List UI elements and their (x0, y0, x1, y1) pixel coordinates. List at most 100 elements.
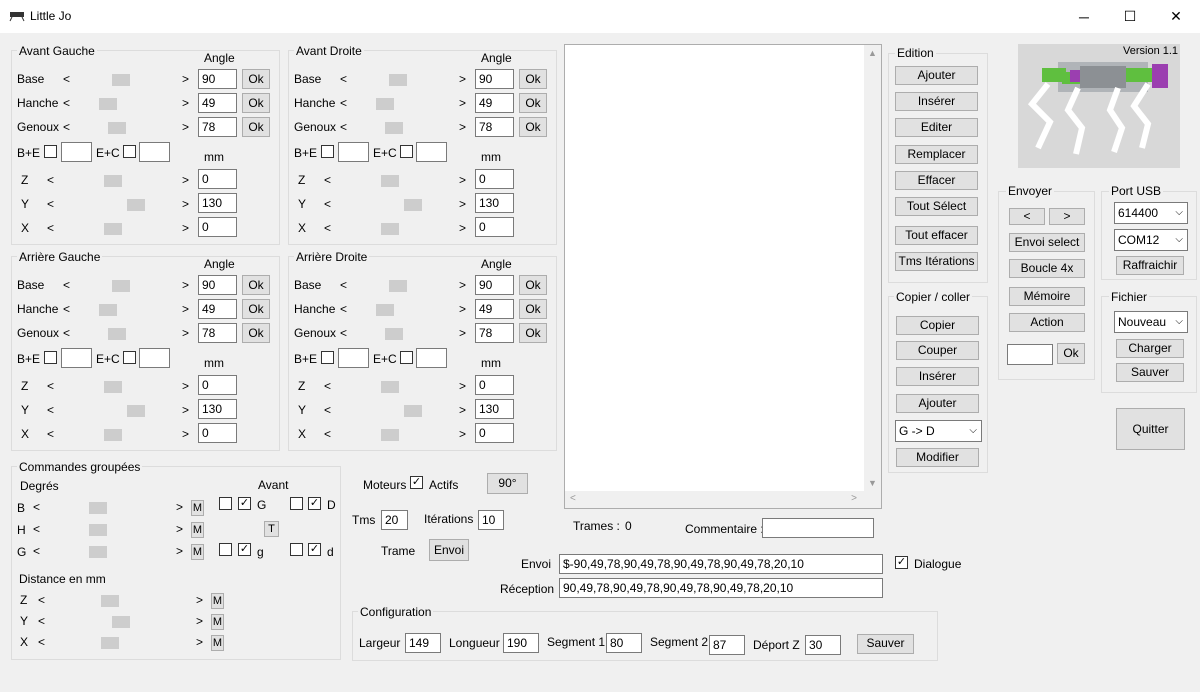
avant-droite-base-slider-right-arrow-icon[interactable]: > (459, 72, 466, 86)
arriere-gauche-y-axis-slider-right-arrow-icon[interactable]: > (182, 403, 189, 417)
arriere-droite-x-axis-slider[interactable]: < > (324, 426, 466, 444)
arriere-droite-z-axis-slider-thumb[interactable] (381, 381, 399, 393)
avant-gauche-hanche-input[interactable]: 49 (198, 93, 237, 113)
segment2-input[interactable]: 87 (709, 635, 745, 655)
avant-droite-z-axis-slider-thumb[interactable] (381, 175, 399, 187)
avant-gauche-be-input[interactable] (61, 142, 92, 162)
avant-gauche-genoux-ok-button[interactable]: Ok (242, 117, 270, 137)
avant-gauche-x-axis-input[interactable]: 0 (198, 217, 237, 237)
avant-gauche-x-axis-slider-thumb[interactable] (104, 223, 122, 235)
avant-droite-genoux-slider-left-arrow-icon[interactable]: < (340, 120, 347, 134)
avant-droite-ec-checkbox[interactable] (400, 145, 413, 158)
arriere-gauche-base-slider-left-arrow-icon[interactable]: < (63, 278, 70, 292)
arriere-gauche-z-axis-slider[interactable]: < > (47, 378, 189, 396)
distance-x-slider-right-arrow-icon[interactable]: > (196, 635, 203, 649)
edition-button-2[interactable]: Insérer (895, 92, 978, 111)
arriere-gauche-be-checkbox[interactable] (44, 351, 57, 364)
edition-button-5[interactable]: Effacer (895, 171, 978, 190)
trame-send-button[interactable]: Envoi (429, 539, 469, 561)
avant-droite-genoux-slider-right-arrow-icon[interactable]: > (459, 120, 466, 134)
arriere-gauche-y-axis-slider-left-arrow-icon[interactable]: < (47, 403, 54, 417)
dialogue-checkbox[interactable]: ✓ (895, 556, 908, 569)
front-d-checkbox-b[interactable]: ✓ (308, 497, 321, 510)
tms-input[interactable]: 20 (381, 510, 408, 530)
arriere-droite-hanche-slider-right-arrow-icon[interactable]: > (459, 302, 466, 316)
arriere-droite-hanche-input[interactable]: 49 (475, 299, 514, 319)
arriere-gauche-hanche-slider-left-arrow-icon[interactable]: < (63, 302, 70, 316)
grouped-g-slider-right-arrow-icon[interactable]: > (176, 544, 183, 558)
grouped-h-slider-left-arrow-icon[interactable]: < (33, 522, 40, 536)
avant-gauche-y-axis-input[interactable]: 130 (198, 193, 237, 213)
arriere-gauche-genoux-slider[interactable]: < > (63, 325, 189, 343)
arriere-gauche-hanche-slider-right-arrow-icon[interactable]: > (182, 302, 189, 316)
refresh-button[interactable]: Raffraichir (1116, 256, 1184, 275)
motors-active-checkbox[interactable]: ✓ (410, 476, 423, 489)
load-button[interactable]: Charger (1116, 339, 1184, 358)
avant-droite-y-axis-input[interactable]: 130 (475, 193, 514, 213)
avant-gauche-genoux-slider-left-arrow-icon[interactable]: < (63, 120, 70, 134)
grouped-g-slider[interactable]: < > (33, 543, 183, 561)
copy-direction-combo[interactable]: G -> D ⌵ (895, 420, 982, 442)
scroll-down-icon[interactable]: ▼ (868, 478, 877, 488)
grouped-b-m-button[interactable]: M (191, 500, 204, 516)
arriere-droite-y-axis-slider-thumb[interactable] (404, 405, 422, 417)
envoi-input[interactable]: $-90,49,78,90,49,78,90,49,78,90,49,78,20… (559, 554, 883, 574)
grouped-g-m-button[interactable]: M (191, 544, 204, 560)
rear-g-checkbox-b[interactable]: ✓ (238, 543, 251, 556)
arriere-gauche-y-axis-input[interactable]: 130 (198, 399, 237, 419)
avant-droite-hanche-slider-thumb[interactable] (376, 98, 394, 110)
avant-gauche-genoux-slider-thumb[interactable] (108, 122, 126, 134)
iterations-input[interactable]: 10 (478, 510, 504, 530)
segment1-input[interactable]: 80 (606, 633, 642, 653)
distance-z-m-button[interactable]: M (211, 593, 224, 609)
grouped-g-slider-left-arrow-icon[interactable]: < (33, 544, 40, 558)
send-ok-button[interactable]: Ok (1057, 343, 1085, 364)
avant-gauche-z-axis-slider-left-arrow-icon[interactable]: < (47, 173, 54, 187)
arriere-gauche-ec-input[interactable] (139, 348, 170, 368)
arriere-droite-x-axis-slider-thumb[interactable] (381, 429, 399, 441)
avant-gauche-z-axis-input[interactable]: 0 (198, 169, 237, 189)
arriere-droite-x-axis-slider-right-arrow-icon[interactable]: > (459, 427, 466, 441)
largeur-input[interactable]: 149 (405, 633, 441, 653)
front-g-checkbox-b[interactable]: ✓ (238, 497, 251, 510)
arriere-gauche-base-input[interactable]: 90 (198, 275, 237, 295)
avant-gauche-base-ok-button[interactable]: Ok (242, 69, 270, 89)
avant-droite-z-axis-input[interactable]: 0 (475, 169, 514, 189)
arriere-droite-x-axis-input[interactable]: 0 (475, 423, 514, 443)
grouped-h-m-button[interactable]: M (191, 522, 204, 538)
arriere-droite-be-checkbox[interactable] (321, 351, 334, 364)
send-value-input[interactable] (1007, 344, 1053, 365)
scroll-up-icon[interactable]: ▲ (868, 48, 877, 58)
arriere-gauche-genoux-slider-left-arrow-icon[interactable]: < (63, 326, 70, 340)
arriere-droite-genoux-slider-right-arrow-icon[interactable]: > (459, 326, 466, 340)
avant-droite-x-axis-slider[interactable]: < > (324, 220, 466, 238)
arriere-droite-y-axis-slider-left-arrow-icon[interactable]: < (324, 403, 331, 417)
modify-button[interactable]: Modifier (896, 448, 979, 467)
send-select-button[interactable]: Envoi select (1009, 233, 1085, 252)
arriere-droite-hanche-slider-thumb[interactable] (376, 304, 394, 316)
arriere-gauche-x-axis-slider-right-arrow-icon[interactable]: > (182, 427, 189, 441)
arriere-droite-z-axis-slider-left-arrow-icon[interactable]: < (324, 379, 331, 393)
copy-button-3[interactable]: Insérer (896, 367, 979, 386)
arriere-gauche-genoux-ok-button[interactable]: Ok (242, 323, 270, 343)
arriere-gauche-x-axis-slider-thumb[interactable] (104, 429, 122, 441)
send-prev-button[interactable]: < (1009, 208, 1045, 225)
arriere-droite-ec-checkbox[interactable] (400, 351, 413, 364)
avant-gauche-hanche-slider-right-arrow-icon[interactable]: > (182, 96, 189, 110)
distance-y-slider-thumb[interactable] (112, 616, 130, 628)
distance-x-slider[interactable]: < > (38, 634, 203, 652)
avant-gauche-be-checkbox[interactable] (44, 145, 57, 158)
frames-listbox[interactable]: ▲ ▼ < > (564, 44, 882, 509)
avant-droite-genoux-ok-button[interactable]: Ok (519, 117, 547, 137)
distance-z-slider-left-arrow-icon[interactable]: < (38, 593, 45, 607)
distance-z-slider[interactable]: < > (38, 592, 203, 610)
arriere-droite-be-input[interactable] (338, 348, 369, 368)
arriere-droite-genoux-slider-thumb[interactable] (385, 328, 403, 340)
minimize-button[interactable]: ─ (1061, 0, 1107, 33)
arriere-gauche-base-slider-right-arrow-icon[interactable]: > (182, 278, 189, 292)
arriere-droite-genoux-slider-left-arrow-icon[interactable]: < (340, 326, 347, 340)
listbox-horizontal-scrollbar[interactable]: < > (565, 491, 881, 508)
arriere-gauche-x-axis-slider[interactable]: < > (47, 426, 189, 444)
arriere-gauche-hanche-slider[interactable]: < > (63, 301, 189, 319)
avant-droite-base-slider-left-arrow-icon[interactable]: < (340, 72, 347, 86)
